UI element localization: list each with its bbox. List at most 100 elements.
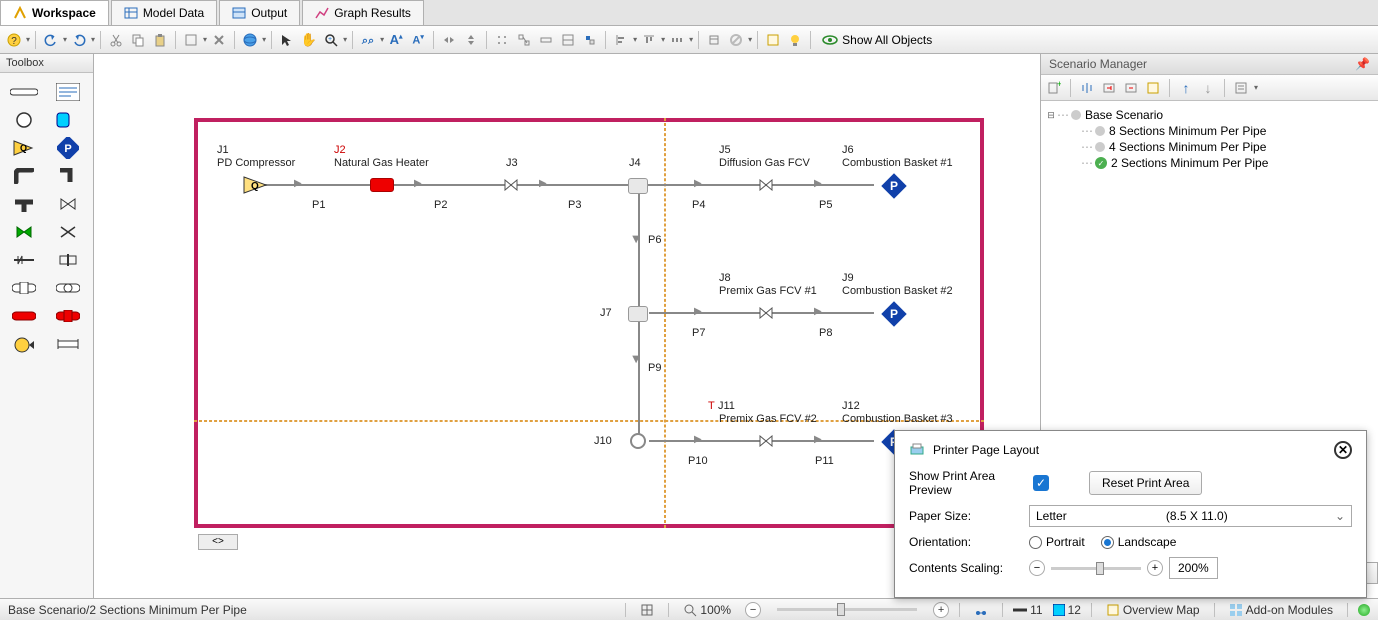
toolbox-circle-icon[interactable] [10,111,38,129]
align-top-icon[interactable] [639,30,659,50]
landscape-radio[interactable]: Landscape [1101,535,1177,549]
pipe-main-row1[interactable] [264,184,874,186]
tab-output[interactable]: Output [219,0,300,25]
tree-child-1[interactable]: ⋯ 4 Sections Minimum Per Pipe [1045,139,1374,155]
find-icon[interactable]: ⌕⌕ [358,30,378,50]
show-all-objects-button[interactable]: Show All Objects [816,31,938,49]
toolbox-heater-red-icon[interactable] [10,307,38,325]
paper-size-select[interactable]: Letter (8.5 X 11.0) ⌄ [1029,505,1352,527]
reset-print-area-button[interactable]: Reset Print Area [1089,471,1202,495]
redo-icon[interactable] [69,30,89,50]
status-zoom-out[interactable]: − [745,602,761,618]
toolbox-tee-icon[interactable] [10,195,38,213]
font-increase-icon[interactable]: A▴ [386,30,406,50]
tab-workspace[interactable]: Workspace [0,0,109,25]
distribute-icon[interactable] [667,30,687,50]
diagram-icon[interactable] [970,603,992,617]
cut-icon[interactable] [106,30,126,50]
promote-icon[interactable] [1100,79,1118,97]
j1-name: PD Compressor [217,157,295,169]
bulb-icon[interactable] [785,30,805,50]
node-j11[interactable] [759,435,773,447]
layout3-icon[interactable] [558,30,578,50]
node-j1[interactable]: Q [242,175,264,195]
node-j10[interactable] [630,433,646,449]
move-down-icon[interactable]: ↓ [1199,79,1217,97]
tab-model-data[interactable]: Model Data [111,0,217,25]
toolbox-tank-icon[interactable] [54,111,82,129]
tree-toggle-icon[interactable]: ⊟ [1045,110,1057,121]
toolbox-exchanger-icon[interactable] [10,251,38,269]
node-j3[interactable] [504,179,518,191]
box-icon[interactable] [181,30,201,50]
toolbox-elbow2-icon[interactable] [54,167,82,185]
toolbox-pipe-icon[interactable] [10,83,38,101]
node-j9[interactable]: P [880,300,906,326]
node-j5[interactable] [759,179,773,191]
copy-icon[interactable] [128,30,148,50]
demote-icon[interactable] [1122,79,1140,97]
layout2-icon[interactable] [536,30,556,50]
magnifier-icon[interactable] [683,603,697,617]
node-j7[interactable] [628,306,648,322]
flip-h-icon[interactable] [439,30,459,50]
layout1-icon[interactable] [514,30,534,50]
globe-icon[interactable] [240,30,260,50]
toolbox-crossed-valve-icon[interactable] [54,223,82,241]
pan-icon[interactable]: ✋ [299,30,319,50]
disabled-icon[interactable] [726,30,746,50]
close-button[interactable]: ✕ [1334,441,1352,459]
toolbox-flow-source-icon[interactable]: Q [10,139,38,157]
toolbox-pump-icon[interactable] [10,335,38,353]
tree-child-2[interactable]: ⋯ ✓ 2 Sections Minimum Per Pipe [1045,155,1374,171]
tab-graph-results[interactable]: Graph Results [302,0,424,25]
status-zoom-in[interactable]: + [933,602,949,618]
zoom-icon[interactable]: + [321,30,341,50]
grid-dots-icon[interactable] [492,30,512,50]
zoom-out-button[interactable]: − [1029,560,1045,576]
toolbox-check-valve-icon[interactable] [10,223,38,241]
node-j8[interactable] [759,307,773,319]
toolbox-orifice-icon[interactable] [54,251,82,269]
layers-icon[interactable] [704,30,724,50]
undo-icon[interactable] [41,30,61,50]
scenario-title: Scenario Manager [1049,57,1147,71]
flip-v-icon[interactable] [461,30,481,50]
scenario-menu-icon[interactable] [1232,79,1250,97]
toolbox-component1-icon[interactable] [10,279,38,297]
addon-modules-button[interactable]: Add-on Modules [1225,603,1337,617]
tree-root[interactable]: ⊟ ⋯ Base Scenario [1045,107,1374,123]
paste-icon[interactable] [150,30,170,50]
toolbox-heater2-icon[interactable] [54,307,82,325]
zoom-in-button[interactable]: + [1147,560,1163,576]
toolbox-annotation-icon[interactable] [54,83,82,101]
group-icon[interactable] [580,30,600,50]
status-zoom-slider[interactable] [777,608,917,611]
notes2-icon[interactable] [1144,79,1162,97]
overview-map-button[interactable]: Overview Map [1102,603,1204,617]
notes-icon[interactable] [763,30,783,50]
node-j4[interactable] [628,178,648,194]
show-preview-checkbox[interactable]: ✓ [1033,475,1049,491]
delete-icon[interactable] [209,30,229,50]
help-icon[interactable]: ? [4,30,24,50]
new-scenario-icon[interactable]: + [1045,79,1063,97]
pan-tab[interactable]: <> [198,534,238,550]
toolbox-component2-icon[interactable] [54,279,82,297]
node-j2[interactable] [370,178,394,192]
move-up-icon[interactable]: ↑ [1177,79,1195,97]
font-decrease-icon[interactable]: A▾ [408,30,428,50]
toolbox-valve-icon[interactable] [54,195,82,213]
toolbox-elbow-icon[interactable] [10,167,38,185]
tree-collapse-icon[interactable] [1078,79,1096,97]
pin-icon[interactable]: 📌 [1355,57,1370,71]
pointer-icon[interactable] [277,30,297,50]
node-j6[interactable]: P [880,172,906,198]
toolbox-pressure-icon[interactable]: P [54,139,82,157]
portrait-radio[interactable]: Portrait [1029,535,1085,549]
align-left-icon[interactable] [611,30,631,50]
zoom-slider[interactable] [1051,567,1141,570]
toolbox-pipe-segment-icon[interactable] [54,335,82,353]
fit-view-icon[interactable] [636,603,658,617]
tree-child-0[interactable]: ⋯ 8 Sections Minimum Per Pipe [1045,123,1374,139]
